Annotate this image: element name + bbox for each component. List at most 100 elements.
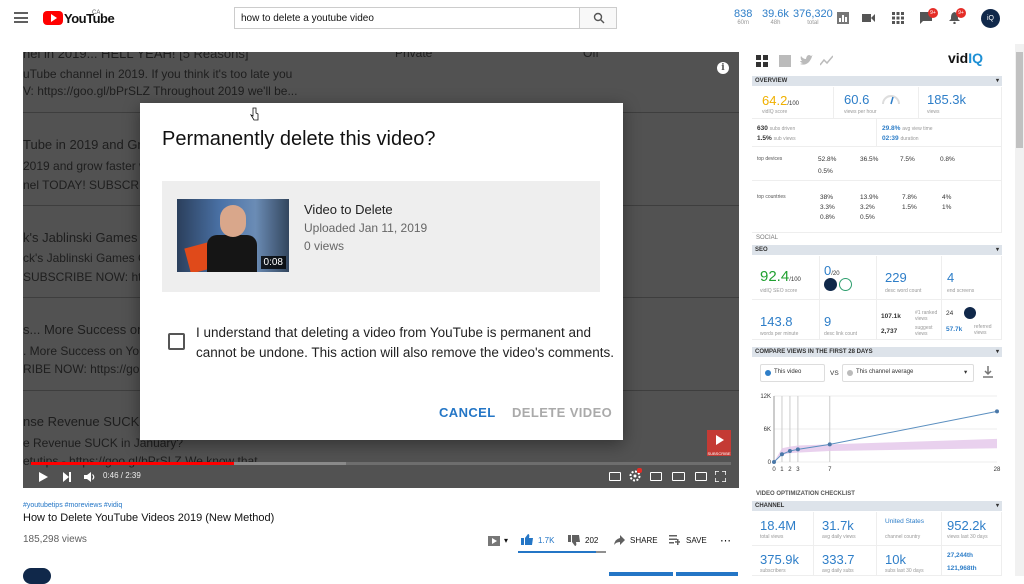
chevron-down-icon[interactable]: ▾ <box>504 536 508 545</box>
download-icon[interactable] <box>983 366 993 378</box>
checklist-label[interactable]: VIDEO OPTIMIZATION CHECKLIST <box>756 491 855 497</box>
duration-label: duration <box>900 136 919 142</box>
total-views: 185.3k views <box>919 87 1002 119</box>
subs-driven-value: 630 <box>757 125 768 132</box>
social-label: SOCIAL <box>756 235 779 241</box>
gauge-icon <box>882 95 900 105</box>
section-title: SEO <box>755 247 768 253</box>
device-share: 0.5% <box>818 168 833 175</box>
overview-header[interactable]: OVERVIEW ▾ <box>752 76 1002 86</box>
trend-icon[interactable] <box>820 55 833 66</box>
compare-this-select[interactable]: This video <box>760 364 825 382</box>
views-compare-chart: 12K6K00 1 2 3 7 28 <box>760 394 1001 473</box>
compare-other-label: This channel average <box>856 369 914 375</box>
tag-views-label: #1 ranked views <box>915 310 938 322</box>
ghost-text: Private <box>395 52 433 60</box>
share-icon[interactable] <box>614 535 625 545</box>
subs-driven-cell: 630 subs driven 1.5% sub views <box>752 119 877 147</box>
analytics-button[interactable] <box>676 572 738 576</box>
compare-header[interactable]: COMPARE VIEWS IN THE FIRST 28 DAYS ▾ <box>752 347 1002 357</box>
grid-view-icon[interactable] <box>756 55 768 67</box>
cast-icon[interactable] <box>695 472 707 481</box>
edit-video-button[interactable] <box>609 572 673 576</box>
youtube-logo-icon[interactable] <box>43 11 63 25</box>
seo-score-label: vidIQ SEO score <box>760 288 798 294</box>
device-share: 7.5% <box>900 156 915 163</box>
section-title: OVERVIEW <box>755 78 788 84</box>
chart-x-tick-label: 7 <box>828 467 832 473</box>
volume-icon[interactable] <box>84 471 96 483</box>
ref-views-label: referred views <box>974 324 992 336</box>
thumbnail-person-head <box>220 205 246 237</box>
stats-chart-icon[interactable] <box>837 12 849 24</box>
scrollbar-thumb[interactable] <box>1016 52 1023 148</box>
top-countries: top countries 38% 13.9% 7.8% 4% 3.3% 3.2… <box>752 181 1002 233</box>
save-playlist-icon[interactable] <box>669 535 680 545</box>
chart-x-tick-label: 2 <box>788 467 792 473</box>
more-actions-icon[interactable]: ⋯ <box>720 534 731 547</box>
search-input[interactable]: how to delete a youtube video <box>234 7 580 29</box>
play-icon[interactable] <box>39 472 48 482</box>
compare-other-select[interactable]: This channel average ▾ <box>842 364 974 382</box>
cancel-button[interactable]: CANCEL <box>439 405 496 420</box>
chart-point <box>779 452 784 457</box>
country-share: 0.5% <box>860 214 875 221</box>
ch-total-value: 18.4M <box>760 518 797 533</box>
stat-value: 838 <box>734 8 753 20</box>
vidiq-logo: vidIQ <box>948 50 983 66</box>
chart-x-tick-label: 3 <box>796 467 800 473</box>
stat-total: 376,320 total <box>793 8 833 26</box>
ch-country-label: channel country <box>885 534 921 540</box>
seo-tags-of: /20 <box>831 271 840 277</box>
end-screens-value: 4 <box>947 270 955 285</box>
miniplayer-icon[interactable] <box>650 472 662 481</box>
desc-links-label: desc link count <box>824 331 858 337</box>
vidiq-logo-part: vid <box>948 50 969 66</box>
twitter-icon[interactable] <box>800 55 813 66</box>
apps-icon[interactable] <box>892 12 904 24</box>
search-button[interactable] <box>579 7 617 29</box>
chevron-down-icon: ▾ <box>964 369 968 376</box>
next-icon[interactable] <box>63 472 71 482</box>
youtube-logo-text[interactable]: YouTube <box>64 11 115 26</box>
captions-icon[interactable] <box>609 472 621 481</box>
series-dot <box>765 370 771 376</box>
progress-bar[interactable] <box>31 462 731 465</box>
vph-label: views per hour <box>844 109 877 115</box>
account-avatar[interactable]: iQ <box>981 9 1000 28</box>
device-share: 52.8% <box>818 156 837 163</box>
info-icon[interactable]: i <box>717 62 729 74</box>
video-hashtags[interactable]: #youtubetips #moreviews #vidiq <box>23 502 122 509</box>
thumbnail-person-body <box>207 235 257 272</box>
theater-mode-icon[interactable] <box>672 472 685 481</box>
playlist-add-icon[interactable] <box>488 536 500 546</box>
channel-header[interactable]: CHANNEL ▾ <box>752 501 1002 511</box>
ghost-text: uTube channel in 2019. If you think it's… <box>23 67 293 81</box>
country-share: 4% <box>942 194 952 201</box>
chevron-down-icon: ▾ <box>995 349 999 355</box>
endcard-label: SUBSCRIBE <box>707 451 731 456</box>
dialog-title: Permanently delete this video? <box>162 128 436 150</box>
acknowledge-checkbox[interactable] <box>168 333 185 350</box>
menu-icon[interactable] <box>14 12 28 23</box>
youtube-stats-icon[interactable] <box>779 55 791 67</box>
video-views: 0 views <box>304 239 345 253</box>
ch-30d-label: views last 30 days <box>947 534 988 540</box>
mouse-cursor-icon <box>250 107 259 121</box>
refresh-icon[interactable] <box>839 278 852 291</box>
like-icon[interactable] <box>521 534 533 545</box>
seo-header[interactable]: SEO ▾ <box>752 245 1002 255</box>
chart-point <box>995 409 999 414</box>
save-button[interactable]: SAVE <box>686 536 707 545</box>
share-button[interactable]: SHARE <box>630 536 658 545</box>
country-share: 0.8% <box>820 214 835 221</box>
create-video-icon[interactable] <box>862 13 875 23</box>
channel-subscribers: 375.9k subscribers <box>752 546 814 576</box>
ghost-text: etutips - https://goo.gl/bPrSLZ We know … <box>23 454 268 468</box>
tag-count-label: suggest views <box>915 325 933 337</box>
fullscreen-icon[interactable] <box>715 471 726 482</box>
delete-video-button[interactable]: DELETE VIDEO <box>512 405 612 420</box>
dislike-icon[interactable] <box>568 535 580 546</box>
duration-value: 02:39 <box>882 135 899 142</box>
channel-avatar[interactable] <box>23 568 51 584</box>
